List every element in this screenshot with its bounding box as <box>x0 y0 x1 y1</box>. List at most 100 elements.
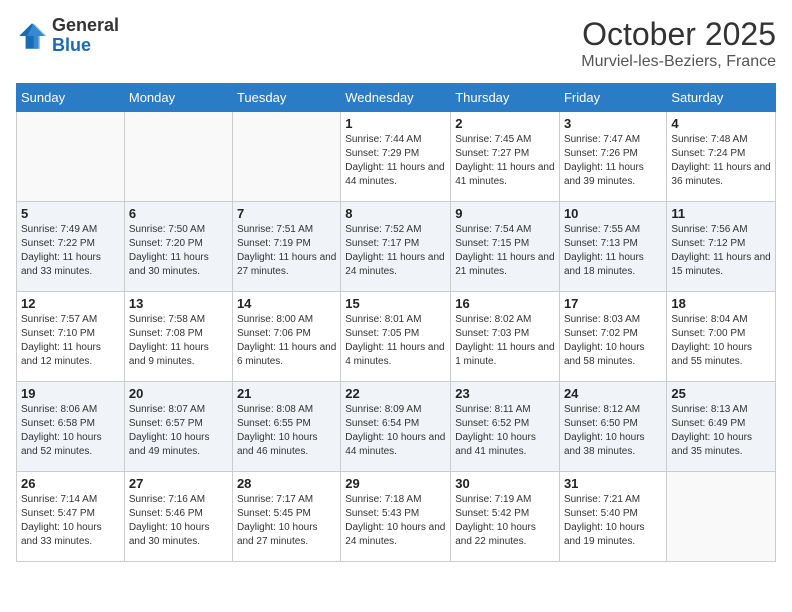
weekday-header-row: SundayMondayTuesdayWednesdayThursdayFrid… <box>17 84 776 112</box>
calendar-cell <box>667 472 776 562</box>
calendar-week-row: 5 Sunrise: 7:49 AM Sunset: 7:22 PM Daylig… <box>17 202 776 292</box>
weekday-header-wednesday: Wednesday <box>341 84 451 112</box>
day-info: Sunrise: 8:12 AM Sunset: 6:50 PM Dayligh… <box>564 403 662 459</box>
day-info: Sunrise: 8:04 AM Sunset: 7:00 PM Dayligh… <box>671 313 771 369</box>
location-title: Murviel-les-Beziers, France <box>581 53 776 71</box>
day-number: 15 <box>345 296 446 311</box>
day-info: Sunrise: 7:56 AM Sunset: 7:12 PM Dayligh… <box>671 223 771 279</box>
day-number: 1 <box>345 116 446 131</box>
calendar-cell: 12Sunrise: 7:57 AM Sunset: 7:10 PM Dayli… <box>17 292 125 382</box>
calendar-cell: 24 Sunrise: 8:12 AM Sunset: 6:50 PM Dayli… <box>559 382 666 472</box>
day-number: 24 <box>564 386 662 401</box>
day-number: 8 <box>345 206 446 221</box>
day-info: Sunrise: 7:51 AM Sunset: 7:19 PM Dayligh… <box>237 223 336 279</box>
day-info: Sunrise: 7:49 AM Sunset: 7:22 PM Dayligh… <box>21 223 120 279</box>
calendar-cell: 30 Sunrise: 7:19 AM Sunset: 5:42 PM Dayli… <box>451 472 560 562</box>
day-number: 11 <box>671 206 771 221</box>
day-number: 10 <box>564 206 662 221</box>
calendar-cell: 14Sunrise: 8:00 AM Sunset: 7:06 PM Dayli… <box>232 292 340 382</box>
calendar-cell: 7 Sunrise: 7:51 AM Sunset: 7:19 PM Daylig… <box>232 202 340 292</box>
day-info: Sunrise: 7:17 AM Sunset: 5:45 PM Dayligh… <box>237 493 336 549</box>
day-number: 5 <box>21 206 120 221</box>
day-number: 13 <box>129 296 228 311</box>
calendar-cell: 27 Sunrise: 7:16 AM Sunset: 5:46 PM Dayli… <box>124 472 232 562</box>
day-info: Sunrise: 7:52 AM Sunset: 7:17 PM Dayligh… <box>345 223 446 279</box>
day-info: Sunrise: 7:57 AM Sunset: 7:10 PM Dayligh… <box>21 313 120 369</box>
day-number: 19 <box>21 386 120 401</box>
day-number: 30 <box>455 476 555 491</box>
day-number: 4 <box>671 116 771 131</box>
calendar-cell: 22 Sunrise: 8:09 AM Sunset: 6:54 PM Dayli… <box>341 382 451 472</box>
calendar-cell: 2 Sunrise: 7:45 AM Sunset: 7:27 PM Daylig… <box>451 112 560 202</box>
calendar-cell: 20 Sunrise: 8:07 AM Sunset: 6:57 PM Dayli… <box>124 382 232 472</box>
day-info: Sunrise: 8:01 AM Sunset: 7:05 PM Dayligh… <box>345 313 446 369</box>
calendar-cell: 25 Sunrise: 8:13 AM Sunset: 6:49 PM Dayli… <box>667 382 776 472</box>
calendar-table: SundayMondayTuesdayWednesdayThursdayFrid… <box>16 83 776 562</box>
day-info: Sunrise: 7:21 AM Sunset: 5:40 PM Dayligh… <box>564 493 662 549</box>
day-info: Sunrise: 7:18 AM Sunset: 5:43 PM Dayligh… <box>345 493 446 549</box>
day-number: 7 <box>237 206 336 221</box>
day-number: 31 <box>564 476 662 491</box>
day-info: Sunrise: 7:45 AM Sunset: 7:27 PM Dayligh… <box>455 133 555 189</box>
day-info: Sunrise: 7:58 AM Sunset: 7:08 PM Dayligh… <box>129 313 228 369</box>
day-number: 26 <box>21 476 120 491</box>
day-number: 9 <box>455 206 555 221</box>
calendar-cell: 1 Sunrise: 7:44 AM Sunset: 7:29 PM Daylig… <box>341 112 451 202</box>
calendar-cell: 8 Sunrise: 7:52 AM Sunset: 7:17 PM Daylig… <box>341 202 451 292</box>
calendar-cell: 3 Sunrise: 7:47 AM Sunset: 7:26 PM Daylig… <box>559 112 666 202</box>
calendar-cell <box>124 112 232 202</box>
weekday-header-saturday: Saturday <box>667 84 776 112</box>
day-info: Sunrise: 7:48 AM Sunset: 7:24 PM Dayligh… <box>671 133 771 189</box>
day-info: Sunrise: 8:09 AM Sunset: 6:54 PM Dayligh… <box>345 403 446 459</box>
day-info: Sunrise: 7:47 AM Sunset: 7:26 PM Dayligh… <box>564 133 662 189</box>
day-number: 25 <box>671 386 771 401</box>
day-number: 22 <box>345 386 446 401</box>
weekday-header-tuesday: Tuesday <box>232 84 340 112</box>
calendar-cell: 4 Sunrise: 7:48 AM Sunset: 7:24 PM Daylig… <box>667 112 776 202</box>
calendar-cell <box>232 112 340 202</box>
day-info: Sunrise: 8:11 AM Sunset: 6:52 PM Dayligh… <box>455 403 555 459</box>
calendar-cell: 17Sunrise: 8:03 AM Sunset: 7:02 PM Dayli… <box>559 292 666 382</box>
calendar-week-row: 19 Sunrise: 8:06 AM Sunset: 6:58 PM Dayli… <box>17 382 776 472</box>
calendar-cell: 11 Sunrise: 7:56 AM Sunset: 7:12 PM Dayli… <box>667 202 776 292</box>
calendar-cell: 21 Sunrise: 8:08 AM Sunset: 6:55 PM Dayli… <box>232 382 340 472</box>
logo-blue-text: Blue <box>52 36 119 56</box>
calendar-week-row: 12Sunrise: 7:57 AM Sunset: 7:10 PM Dayli… <box>17 292 776 382</box>
calendar-cell: 6Sunrise: 7:50 AM Sunset: 7:20 PM Daylig… <box>124 202 232 292</box>
day-number: 23 <box>455 386 555 401</box>
day-info: Sunrise: 8:06 AM Sunset: 6:58 PM Dayligh… <box>21 403 120 459</box>
logo-text: General Blue <box>52 16 119 56</box>
day-number: 3 <box>564 116 662 131</box>
calendar-cell: 29Sunrise: 7:18 AM Sunset: 5:43 PM Dayli… <box>341 472 451 562</box>
day-number: 16 <box>455 296 555 311</box>
day-info: Sunrise: 8:08 AM Sunset: 6:55 PM Dayligh… <box>237 403 336 459</box>
day-info: Sunrise: 7:14 AM Sunset: 5:47 PM Dayligh… <box>21 493 120 549</box>
day-number: 18 <box>671 296 771 311</box>
logo-general-text: General <box>52 16 119 36</box>
day-info: Sunrise: 7:44 AM Sunset: 7:29 PM Dayligh… <box>345 133 446 189</box>
day-info: Sunrise: 8:00 AM Sunset: 7:06 PM Dayligh… <box>237 313 336 369</box>
month-title: October 2025 <box>581 16 776 53</box>
day-info: Sunrise: 7:16 AM Sunset: 5:46 PM Dayligh… <box>129 493 228 549</box>
day-number: 17 <box>564 296 662 311</box>
logo: General Blue <box>16 16 119 56</box>
calendar-cell <box>17 112 125 202</box>
logo-icon <box>16 20 48 52</box>
day-info: Sunrise: 7:50 AM Sunset: 7:20 PM Dayligh… <box>129 223 228 279</box>
day-info: Sunrise: 8:13 AM Sunset: 6:49 PM Dayligh… <box>671 403 771 459</box>
day-number: 21 <box>237 386 336 401</box>
day-info: Sunrise: 7:54 AM Sunset: 7:15 PM Dayligh… <box>455 223 555 279</box>
calendar-cell: 26 Sunrise: 7:14 AM Sunset: 5:47 PM Dayli… <box>17 472 125 562</box>
day-number: 2 <box>455 116 555 131</box>
day-info: Sunrise: 8:07 AM Sunset: 6:57 PM Dayligh… <box>129 403 228 459</box>
calendar-cell: 31 Sunrise: 7:21 AM Sunset: 5:40 PM Dayli… <box>559 472 666 562</box>
day-number: 27 <box>129 476 228 491</box>
weekday-header-thursday: Thursday <box>451 84 560 112</box>
calendar-cell: 15 Sunrise: 8:01 AM Sunset: 7:05 PM Dayli… <box>341 292 451 382</box>
day-number: 20 <box>129 386 228 401</box>
weekday-header-monday: Monday <box>124 84 232 112</box>
day-info: Sunrise: 7:19 AM Sunset: 5:42 PM Dayligh… <box>455 493 555 549</box>
calendar-cell: 28Sunrise: 7:17 AM Sunset: 5:45 PM Dayli… <box>232 472 340 562</box>
page-header: General Blue October 2025 Murviel-les-Be… <box>16 16 776 71</box>
calendar-cell: 13 Sunrise: 7:58 AM Sunset: 7:08 PM Dayli… <box>124 292 232 382</box>
